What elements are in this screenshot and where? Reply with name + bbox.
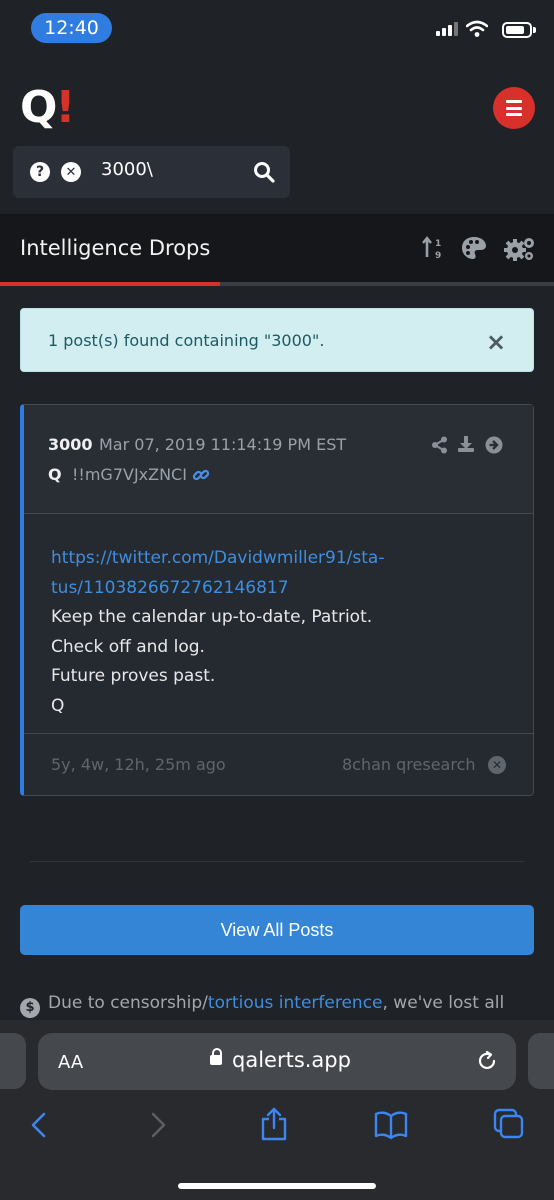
divider	[30, 861, 524, 862]
reader-options-button[interactable]: AA	[58, 1052, 83, 1073]
post-link[interactable]: https://twitter.com/Davidwmiller91/sta-t…	[51, 544, 511, 603]
post-text-line: Check off and log.	[51, 636, 205, 657]
close-icon[interactable]: ×	[486, 330, 506, 354]
post-body: https://twitter.com/Davidwmiller91/sta-t…	[51, 544, 511, 721]
times-circle-icon[interactable]: ✕	[488, 756, 506, 774]
battery-nub	[533, 27, 536, 33]
post-author: Q	[48, 465, 62, 484]
hamburger-line	[506, 113, 522, 116]
post-link-line2[interactable]: tus/1103826672762146817	[51, 578, 289, 598]
forward-icon[interactable]	[148, 1111, 168, 1139]
menu-button[interactable]	[493, 87, 535, 129]
bookmarks-icon[interactable]	[373, 1110, 409, 1140]
wifi-icon	[466, 20, 488, 37]
battery-icon	[502, 22, 532, 38]
view-all-posts-button[interactable]: View All Posts	[20, 905, 534, 955]
url-text[interactable]: qalerts.app	[232, 1048, 351, 1072]
post-text-line: Future proves past.	[51, 666, 216, 686]
search-icon[interactable]	[253, 161, 275, 183]
svg-text:9: 9	[435, 251, 441, 260]
post-date: Mar 07, 2019 11:14:19 PM EST	[99, 435, 347, 454]
times-circle-icon[interactable]: ✕	[61, 162, 81, 182]
hamburger-line	[506, 106, 522, 110]
dollar-circle-icon: $	[20, 997, 40, 1018]
notice-prefix: Due to censorship/	[48, 993, 208, 1013]
arrow-circle-right-icon[interactable]	[485, 436, 503, 454]
reload-icon[interactable]	[476, 1050, 498, 1072]
notice-link[interactable]: tortious interference	[208, 993, 383, 1013]
alert-text: 1 post(s) found containing "3000".	[48, 331, 325, 350]
previous-tab-peek[interactable]	[0, 1033, 26, 1089]
site-logo[interactable]: Q!	[20, 82, 75, 134]
download-icon[interactable]	[457, 435, 475, 453]
cellular-signal-icon	[436, 22, 458, 36]
tabs-icon[interactable]	[493, 1108, 525, 1140]
post-header	[24, 405, 533, 514]
post-text-line: Q	[51, 695, 65, 716]
hamburger-icon	[506, 100, 522, 103]
lock-icon	[210, 1048, 222, 1065]
svg-text:1: 1	[435, 239, 441, 249]
question-circle-icon[interactable]: ?	[30, 162, 50, 182]
page-title: Intelligence Drops	[20, 236, 211, 260]
divider	[24, 513, 533, 514]
logo-bang: !	[55, 82, 75, 133]
post-text-line: Keep the calendar up-to-date, Patriot.	[51, 607, 373, 627]
search-input[interactable]: 3000\	[101, 159, 153, 180]
notice-suffix: , we've lost all	[382, 993, 505, 1013]
status-bar: 12:40	[0, 0, 554, 56]
home-indicator	[178, 1183, 376, 1189]
link-icon[interactable]	[192, 466, 210, 484]
post-age: 5y, 4w, 12h, 25m ago	[51, 755, 226, 774]
post-tripcode: !!mG7VJxZNCI	[72, 465, 187, 484]
post-link-line1[interactable]: https://twitter.com/Davidwmiller91/sta-	[51, 548, 384, 568]
post-source[interactable]: 8chan qresearch	[342, 755, 476, 774]
status-time[interactable]: 12:40	[31, 13, 112, 43]
tab-indicator	[0, 282, 220, 286]
censorship-notice: $ Due to censorship/tortious interference…	[20, 993, 504, 1018]
back-icon[interactable]	[29, 1111, 49, 1139]
next-tab-peek[interactable]	[528, 1033, 554, 1089]
post-number[interactable]: 3000	[48, 435, 93, 454]
palette-icon[interactable]	[461, 236, 487, 260]
cogs-icon[interactable]	[504, 236, 536, 262]
share-sheet-icon[interactable]	[259, 1106, 289, 1142]
logo-q: Q	[20, 82, 57, 133]
divider	[24, 733, 533, 734]
share-icon[interactable]	[431, 436, 449, 454]
sort-numeric-icon[interactable]: 1 9	[421, 236, 445, 260]
